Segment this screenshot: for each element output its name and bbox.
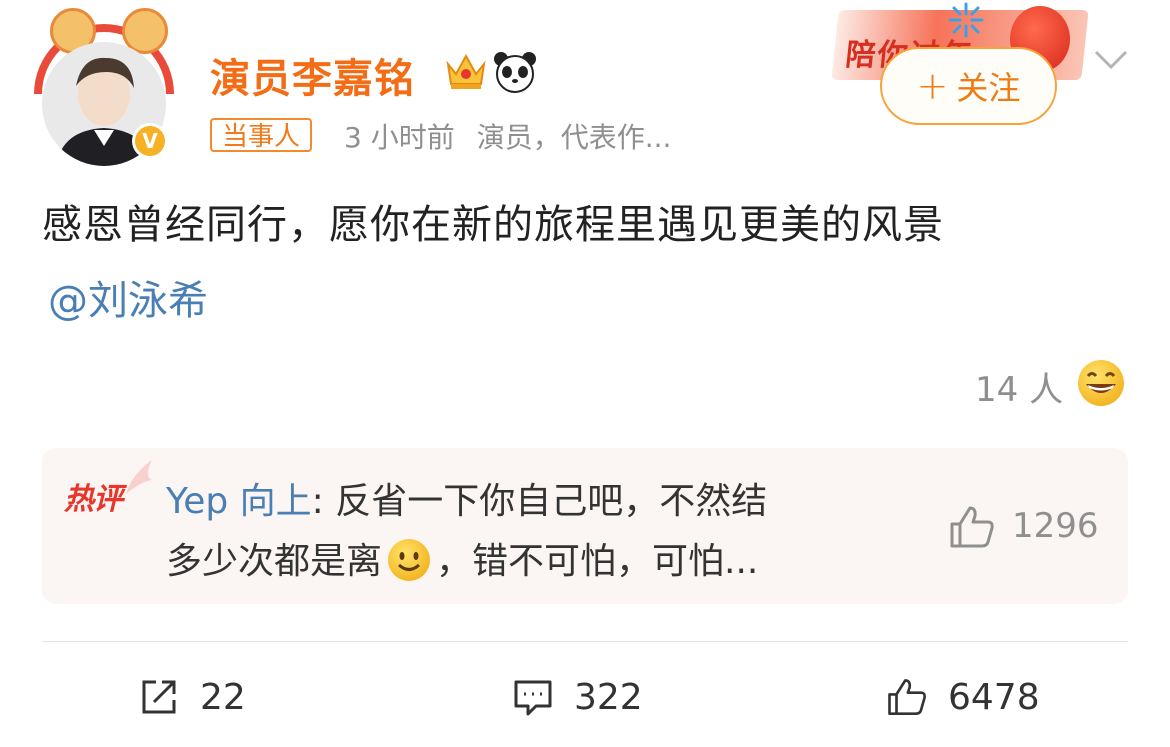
verified-icon: V bbox=[135, 126, 165, 156]
avatar[interactable]: V bbox=[34, 6, 184, 166]
verified-badge: V bbox=[132, 123, 168, 159]
repost-count: 22 bbox=[200, 676, 246, 718]
flame-icon bbox=[126, 460, 152, 494]
repost-button[interactable]: 22 bbox=[138, 670, 246, 724]
post-text: 感恩曾经同行，愿你在新的旅程里遇见更美的风景 bbox=[42, 202, 944, 248]
divider bbox=[42, 641, 1128, 642]
plus-icon: + bbox=[916, 64, 949, 108]
chevron-down-icon[interactable] bbox=[1092, 48, 1130, 72]
follow-label: 关注 bbox=[956, 69, 1021, 107]
comment-text-line1: : 反省一下你自己吧，不然结 bbox=[311, 481, 768, 522]
repost-icon bbox=[142, 680, 176, 714]
party-badge: 当事人 bbox=[210, 118, 313, 152]
crown-icon bbox=[446, 53, 486, 89]
like-count: 6478 bbox=[948, 676, 1040, 718]
comment-text-line2: 多少次都是离 ，错不可怕，可怕... bbox=[166, 532, 906, 592]
hot-comment-card[interactable]: 热评 Yep 向上: 反省一下你自己吧，不然结 多少次都是离 ，错不可怕，可怕.… bbox=[42, 448, 1128, 604]
panda-icon bbox=[494, 52, 536, 93]
comment-button[interactable]: 322 bbox=[512, 670, 643, 724]
comment-like-count: 1296 bbox=[1012, 506, 1099, 546]
hot-comment-tag: 热评 bbox=[64, 482, 123, 517]
reaction-count[interactable]: 14 人 bbox=[975, 362, 1063, 411]
firework-icon bbox=[948, 2, 984, 38]
username[interactable]: 演员李嘉铭 bbox=[210, 46, 415, 104]
comment-body: Yep 向上: 反省一下你自己吧，不然结 多少次都是离 ，错不可怕，可怕... bbox=[166, 472, 906, 592]
smile-icon bbox=[388, 539, 431, 581]
post-time: 3 小时前 bbox=[344, 121, 455, 154]
mention-link[interactable]: @刘泳希 bbox=[48, 268, 208, 326]
like-button[interactable]: 6478 bbox=[886, 670, 1040, 724]
user-bio: 演员，代表作... bbox=[476, 121, 672, 154]
comment-username[interactable]: Yep 向上 bbox=[166, 481, 312, 522]
comment-text-after-emoji: ，错不可怕，可怕... bbox=[436, 541, 759, 582]
comment-count: 322 bbox=[574, 676, 643, 718]
thumbs-up-icon[interactable] bbox=[948, 504, 996, 550]
grin-icon[interactable] bbox=[1076, 358, 1126, 408]
comment-text-before-emoji: 多少次都是离 bbox=[166, 541, 383, 582]
follow-button[interactable]: + 关注 bbox=[880, 47, 1057, 125]
thumbs-up-icon bbox=[888, 679, 926, 715]
post-meta: 3 小时前 演员，代表作... bbox=[344, 116, 671, 156]
comment-icon bbox=[514, 680, 552, 716]
